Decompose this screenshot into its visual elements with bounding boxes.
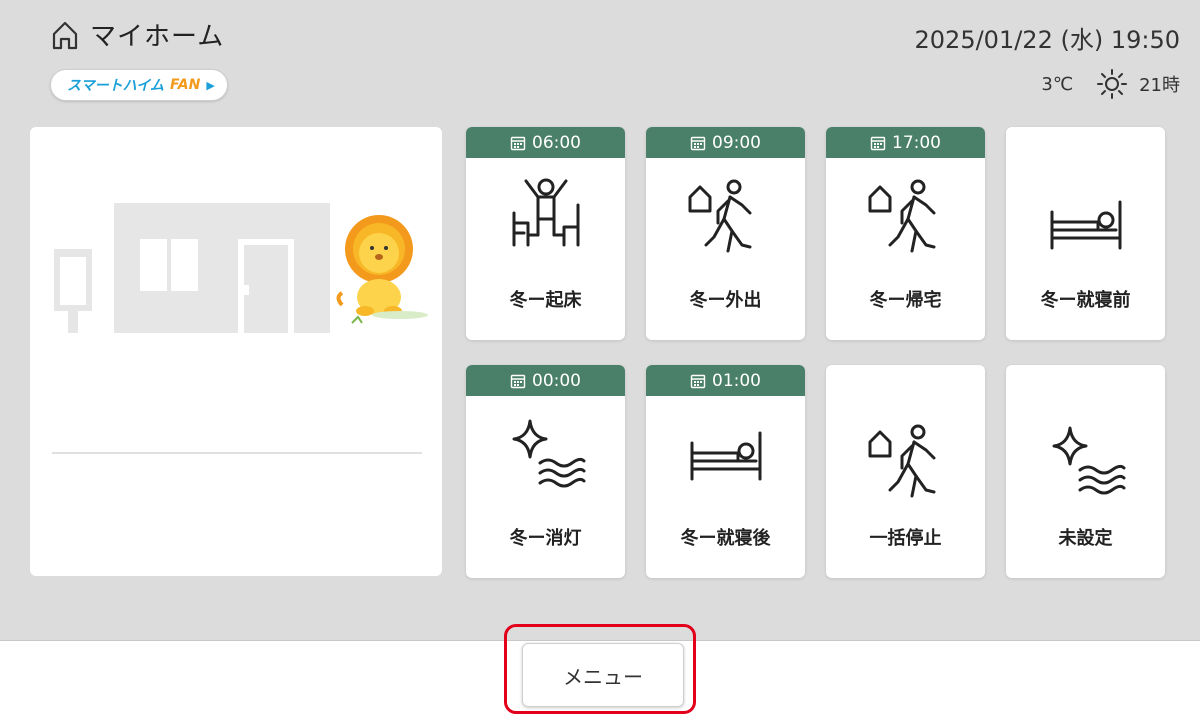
scene-label: 冬ー帰宅 xyxy=(869,290,942,311)
datetime: 2025/01/22 (水) 19:50 xyxy=(914,26,1180,54)
scene-grid: 06:00 冬ー起床 09:00 冬ー外出 17:00 冬ー帰宅 冬ー就寝前 0… xyxy=(466,127,1166,578)
scene-label: 冬ー就寝後 xyxy=(680,528,771,549)
scene-label: 未設定 xyxy=(1058,528,1113,549)
home-icon xyxy=(52,21,78,49)
schedule-bar: 06:00 xyxy=(466,127,625,158)
sparkle-wave-icon xyxy=(512,419,585,488)
play-arrow-icon: ▶ xyxy=(206,78,215,92)
scene-card-unset[interactable]: 未設定 xyxy=(1006,365,1165,578)
wake-up-icon xyxy=(512,178,579,247)
calendar-icon xyxy=(690,136,706,150)
sparkle-wave-icon xyxy=(1052,426,1125,495)
bed-icon xyxy=(1050,200,1121,250)
scene-card-winter-out[interactable]: 09:00 冬ー外出 xyxy=(646,127,805,340)
scene-card-winter-before-sleep[interactable]: 冬ー就寝前 xyxy=(1006,127,1165,340)
schedule-time: 00:00 xyxy=(532,370,581,391)
scene-card-winter-return[interactable]: 17:00 冬ー帰宅 xyxy=(826,127,985,340)
schedule-time: 06:00 xyxy=(532,132,581,153)
house-divider xyxy=(52,452,422,454)
scene-icon-wrap xyxy=(1006,420,1165,504)
page-title: マイホーム xyxy=(90,22,225,52)
scene-label: 冬ー消灯 xyxy=(509,528,582,549)
header-left: マイホーム スマートハイム FAN ▶ xyxy=(50,16,228,101)
weather-row: 3℃ 21時 xyxy=(915,69,1180,99)
going-out-icon xyxy=(688,179,751,253)
calendar-icon xyxy=(510,374,526,388)
bed-icon xyxy=(690,431,761,481)
title-row: マイホーム xyxy=(50,16,228,53)
temperature: 3℃ xyxy=(1041,73,1074,95)
scene-label: 冬ー起床 xyxy=(509,290,582,311)
scene-icon-wrap xyxy=(826,420,985,504)
scene-label: 冬ー外出 xyxy=(689,290,762,311)
calendar-icon xyxy=(690,374,706,388)
fan-badge-text-a: スマートハイム xyxy=(67,78,165,94)
scene-icon-wrap xyxy=(1006,182,1165,266)
schedule-bar: 09:00 xyxy=(646,127,805,158)
scene-icon-wrap xyxy=(466,413,625,497)
scene-label: 一括停止 xyxy=(869,528,942,549)
calendar-icon xyxy=(510,136,526,150)
scene-icon-wrap xyxy=(646,413,805,497)
scene-card-winter-lights-off[interactable]: 00:00 冬ー消灯 xyxy=(466,365,625,578)
smart-heim-fan-button[interactable]: スマートハイム FAN ▶ xyxy=(50,69,228,101)
forecast-hour: 21時 xyxy=(1139,75,1180,96)
forecast: 21時 xyxy=(1097,69,1180,99)
schedule-time: 17:00 xyxy=(892,132,941,153)
scene-icon-wrap xyxy=(646,175,805,259)
lion-mascot-icon xyxy=(336,215,428,324)
scene-card-stop-all[interactable]: 一括停止 xyxy=(826,365,985,578)
calendar-icon xyxy=(870,136,886,150)
schedule-bar: 01:00 xyxy=(646,365,805,396)
sun-icon xyxy=(1097,69,1128,99)
scene-icon-wrap xyxy=(466,175,625,259)
fan-badge-text-b: FAN xyxy=(170,77,201,93)
schedule-bar: 00:00 xyxy=(466,365,625,396)
header-right: 2025/01/22 (水) 19:50 3℃ 21時 xyxy=(915,20,1180,99)
house-illustration xyxy=(54,203,428,333)
return-home-icon xyxy=(868,179,935,253)
house-illustration-card xyxy=(30,127,442,576)
schedule-bar: 17:00 xyxy=(826,127,985,158)
scene-card-winter-after-sleep[interactable]: 01:00 冬ー就寝後 xyxy=(646,365,805,578)
going-out-icon xyxy=(868,424,935,498)
menu-highlight-frame xyxy=(504,624,696,714)
scene-card-winter-wake[interactable]: 06:00 冬ー起床 xyxy=(466,127,625,340)
scene-icon-wrap xyxy=(826,175,985,259)
schedule-time: 01:00 xyxy=(712,370,761,391)
scene-label: 冬ー就寝前 xyxy=(1040,290,1131,311)
schedule-time: 09:00 xyxy=(712,132,761,153)
